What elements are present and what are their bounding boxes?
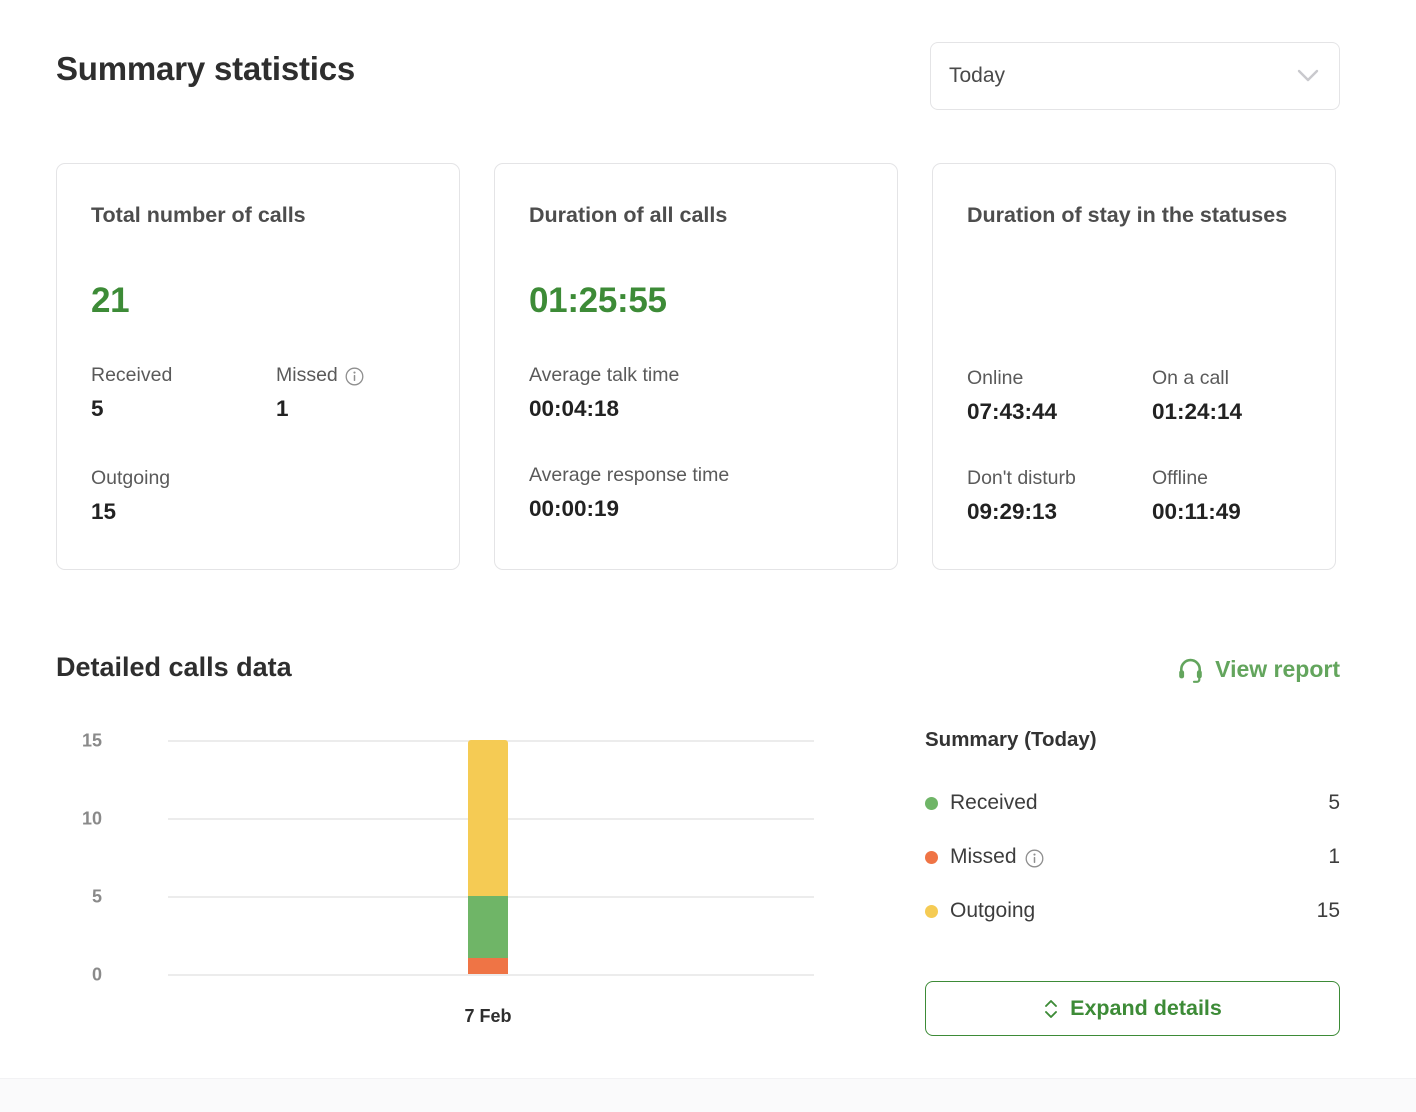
chart-plot: 15 10 5 0 7 Feb <box>82 731 814 1026</box>
metric-label: Missed <box>276 364 338 386</box>
legend-value: 5 <box>1328 791 1340 814</box>
gridline-0 <box>168 974 814 976</box>
metric-label: Average talk time <box>529 364 680 386</box>
calls-bar-chart: 15 10 5 0 7 Feb <box>56 726 856 1036</box>
card-hero-value: 21 <box>91 281 130 320</box>
chevron-up-down-icon <box>1043 998 1059 1020</box>
legend-dot-received <box>925 796 938 810</box>
period-select-value: Today <box>949 64 1006 87</box>
metric-average-talk-time: Average talk time 00:04:18 <box>529 364 679 422</box>
metric-on-a-call: On a call 01:24:14 <box>1152 367 1242 425</box>
y-axis-tick: 10 <box>81 808 102 829</box>
legend-item-received: Received 5 <box>925 776 1340 830</box>
metric-outgoing: Outgoing 15 <box>91 467 170 525</box>
metric-label: Offline <box>1152 467 1209 489</box>
view-report-label: View report <box>1215 656 1340 682</box>
y-axis-tick: 0 <box>91 964 102 985</box>
metric-value: 5 <box>91 396 104 421</box>
summary-title: Summary (Today) <box>925 728 1097 751</box>
legend-value: 1 <box>1328 845 1340 868</box>
summary-panel: Summary (Today) Received 5 Missed 1 Outg… <box>925 728 1340 1036</box>
info-icon[interactable] <box>1025 849 1044 868</box>
chart-legend: Received 5 Missed 1 Outgoing 15 <box>925 776 1340 938</box>
metric-received: Received 5 <box>91 364 172 422</box>
detailed-calls-data-header: Detailed calls data View report <box>56 652 1340 698</box>
metric-label: Don't disturb <box>967 467 1076 489</box>
bar-segment-outgoing <box>468 740 508 896</box>
legend-label: Received <box>950 791 1038 814</box>
expand-details-label: Expand details <box>1070 996 1222 1020</box>
metric-average-response-time: Average response time 00:00:19 <box>529 464 729 522</box>
legend-item-outgoing: Outgoing 15 <box>925 884 1340 938</box>
card-title: Duration of all calls <box>529 203 728 227</box>
x-axis-tick: 7 Feb <box>464 1006 512 1026</box>
legend-item-missed: Missed 1 <box>925 830 1340 884</box>
bar-segment-missed <box>468 958 508 974</box>
chevron-down-icon <box>1297 69 1319 83</box>
y-axis-tick: 15 <box>81 730 102 751</box>
page-header: Summary statistics Today <box>56 42 1340 110</box>
metric-offline: Offline 00:11:49 <box>1152 467 1241 525</box>
bar-segment-received <box>468 896 508 959</box>
metric-online: Online 07:43:44 <box>967 367 1057 425</box>
page-bottom-edge <box>0 1078 1416 1112</box>
metric-label: Outgoing <box>91 467 171 489</box>
metric-missed: Missed 1 <box>276 364 364 422</box>
metric-value: 09:29:13 <box>967 499 1058 524</box>
y-axis-tick: 5 <box>91 886 102 907</box>
metric-label: Average response time <box>529 464 730 486</box>
metric-value: 00:11:49 <box>1152 499 1241 524</box>
legend-dot-missed <box>925 850 938 864</box>
metric-value: 1 <box>276 396 289 421</box>
bar-7-feb[interactable] <box>468 740 508 974</box>
metric-label: Received <box>91 364 173 386</box>
metric-label-row: Missed <box>276 364 364 387</box>
metric-dont-disturb: Don't disturb 09:29:13 <box>967 467 1076 525</box>
metric-value: 07:43:44 <box>967 399 1058 424</box>
card-duration-of-all-calls: Duration of all calls 01:25:55 Average t… <box>494 163 898 570</box>
view-report-link[interactable]: View report <box>1177 656 1340 683</box>
expand-details-button[interactable]: Expand details <box>925 981 1340 1036</box>
metric-value: 01:24:14 <box>1152 399 1243 424</box>
metric-value: 00:04:18 <box>529 396 620 421</box>
card-title: Duration of stay in the statuses <box>967 203 1288 227</box>
legend-dot-outgoing <box>925 904 938 918</box>
card-title: Total number of calls <box>91 203 306 227</box>
headset-icon <box>1177 656 1204 683</box>
legend-label: Missed <box>950 845 1017 868</box>
stat-cards: Total number of calls 21 Received 5 Miss… <box>56 163 1340 570</box>
metric-value: 00:00:19 <box>529 496 620 521</box>
card-duration-of-stay-in-the-statuses: Duration of stay in the statuses Online … <box>932 163 1336 570</box>
page-title: Summary statistics <box>56 50 356 87</box>
card-hero-value: 01:25:55 <box>529 281 667 320</box>
card-total-number-of-calls: Total number of calls 21 Received 5 Miss… <box>56 163 460 570</box>
metric-value: 15 <box>91 499 117 524</box>
metric-label: Online <box>967 367 1024 389</box>
section-title: Detailed calls data <box>56 652 292 682</box>
summary-statistics-page: Summary statistics Today Total number of… <box>0 0 1416 1112</box>
period-select[interactable]: Today <box>930 42 1340 110</box>
legend-label: Outgoing <box>950 899 1036 922</box>
info-icon[interactable] <box>345 367 364 386</box>
legend-label-row: Missed <box>950 845 1044 869</box>
legend-value: 15 <box>1316 899 1340 922</box>
metric-label: On a call <box>1152 367 1229 389</box>
